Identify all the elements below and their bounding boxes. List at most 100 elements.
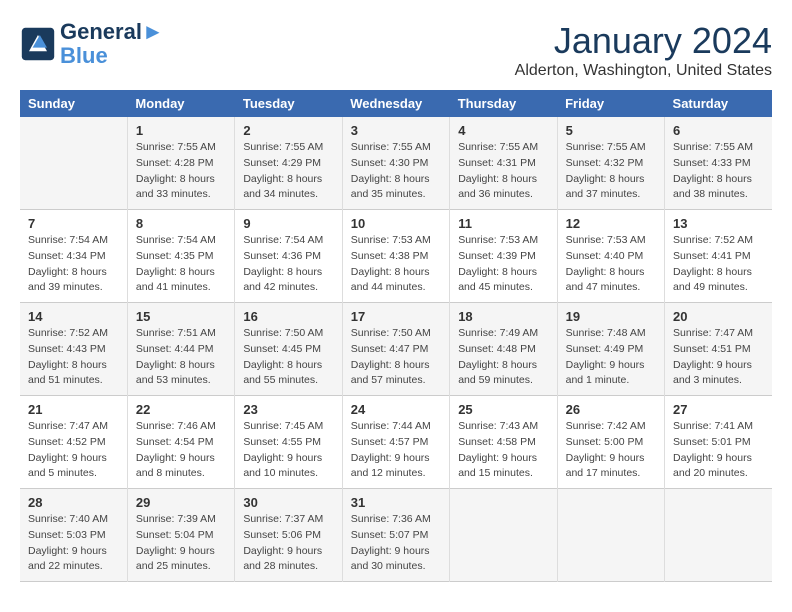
day-number: 6	[673, 123, 764, 138]
calendar-cell: 29 Sunrise: 7:39 AM Sunset: 5:04 PM Dayl…	[127, 489, 234, 582]
day-info: Sunrise: 7:47 AM Sunset: 4:52 PM Dayligh…	[28, 419, 119, 482]
calendar-cell: 18 Sunrise: 7:49 AM Sunset: 4:48 PM Dayl…	[450, 303, 557, 396]
day-info: Sunrise: 7:55 AM Sunset: 4:31 PM Dayligh…	[458, 140, 548, 203]
day-info: Sunrise: 7:37 AM Sunset: 5:06 PM Dayligh…	[243, 512, 333, 575]
day-info: Sunrise: 7:39 AM Sunset: 5:04 PM Dayligh…	[136, 512, 226, 575]
calendar-cell: 30 Sunrise: 7:37 AM Sunset: 5:06 PM Dayl…	[235, 489, 342, 582]
day-info: Sunrise: 7:55 AM Sunset: 4:33 PM Dayligh…	[673, 140, 764, 203]
day-number: 27	[673, 402, 764, 417]
weekday-header-row: Sunday Monday Tuesday Wednesday Thursday…	[20, 90, 772, 117]
sunset: Sunset: 4:43 PM	[28, 343, 106, 355]
sunrise: Sunrise: 7:55 AM	[243, 141, 323, 153]
calendar-cell: 8 Sunrise: 7:54 AM Sunset: 4:35 PM Dayli…	[127, 210, 234, 303]
sunrise: Sunrise: 7:53 AM	[351, 234, 431, 246]
calendar-cell: 4 Sunrise: 7:55 AM Sunset: 4:31 PM Dayli…	[450, 117, 557, 210]
sunset: Sunset: 4:45 PM	[243, 343, 321, 355]
sunset: Sunset: 4:51 PM	[673, 343, 751, 355]
day-info: Sunrise: 7:54 AM Sunset: 4:35 PM Dayligh…	[136, 233, 226, 296]
sunset: Sunset: 4:35 PM	[136, 250, 214, 262]
daylight: Daylight: 8 hours and 34 minutes.	[243, 173, 322, 201]
sunset: Sunset: 4:30 PM	[351, 157, 429, 169]
sunrise: Sunrise: 7:55 AM	[458, 141, 538, 153]
day-info: Sunrise: 7:53 AM Sunset: 4:39 PM Dayligh…	[458, 233, 548, 296]
calendar-cell	[665, 489, 772, 582]
sunrise: Sunrise: 7:49 AM	[458, 327, 538, 339]
sunrise: Sunrise: 7:40 AM	[28, 513, 108, 525]
logo-icon	[20, 26, 56, 62]
day-number: 14	[28, 309, 119, 324]
sunset: Sunset: 5:07 PM	[351, 529, 429, 541]
sunrise: Sunrise: 7:36 AM	[351, 513, 431, 525]
calendar-cell	[557, 489, 664, 582]
day-info: Sunrise: 7:52 AM Sunset: 4:41 PM Dayligh…	[673, 233, 764, 296]
sunset: Sunset: 4:54 PM	[136, 436, 214, 448]
day-number: 11	[458, 216, 548, 231]
sunset: Sunset: 4:29 PM	[243, 157, 321, 169]
sunrise: Sunrise: 7:45 AM	[243, 420, 323, 432]
sunset: Sunset: 4:32 PM	[566, 157, 644, 169]
calendar-cell: 3 Sunrise: 7:55 AM Sunset: 4:30 PM Dayli…	[342, 117, 449, 210]
daylight: Daylight: 8 hours and 38 minutes.	[673, 173, 752, 201]
sunrise: Sunrise: 7:47 AM	[28, 420, 108, 432]
day-number: 10	[351, 216, 441, 231]
sunrise: Sunrise: 7:50 AM	[243, 327, 323, 339]
logo: General► Blue	[20, 20, 164, 68]
sunrise: Sunrise: 7:55 AM	[566, 141, 646, 153]
header-sunday: Sunday	[20, 90, 127, 117]
daylight: Daylight: 9 hours and 30 minutes.	[351, 545, 430, 573]
day-info: Sunrise: 7:36 AM Sunset: 5:07 PM Dayligh…	[351, 512, 441, 575]
calendar-cell: 15 Sunrise: 7:51 AM Sunset: 4:44 PM Dayl…	[127, 303, 234, 396]
sunrise: Sunrise: 7:52 AM	[673, 234, 753, 246]
logo-text: General► Blue	[60, 20, 164, 68]
sunset: Sunset: 4:36 PM	[243, 250, 321, 262]
day-number: 22	[136, 402, 226, 417]
sunrise: Sunrise: 7:48 AM	[566, 327, 646, 339]
header-saturday: Saturday	[665, 90, 772, 117]
calendar-cell: 16 Sunrise: 7:50 AM Sunset: 4:45 PM Dayl…	[235, 303, 342, 396]
sunrise: Sunrise: 7:54 AM	[243, 234, 323, 246]
daylight: Daylight: 8 hours and 39 minutes.	[28, 266, 107, 294]
calendar-week-row: 28 Sunrise: 7:40 AM Sunset: 5:03 PM Dayl…	[20, 489, 772, 582]
day-info: Sunrise: 7:55 AM Sunset: 4:30 PM Dayligh…	[351, 140, 441, 203]
sunrise: Sunrise: 7:42 AM	[566, 420, 646, 432]
sunset: Sunset: 5:03 PM	[28, 529, 106, 541]
daylight: Daylight: 8 hours and 45 minutes.	[458, 266, 537, 294]
daylight: Daylight: 8 hours and 55 minutes.	[243, 359, 322, 387]
daylight: Daylight: 9 hours and 28 minutes.	[243, 545, 322, 573]
calendar-cell: 25 Sunrise: 7:43 AM Sunset: 4:58 PM Dayl…	[450, 396, 557, 489]
daylight: Daylight: 9 hours and 8 minutes.	[136, 452, 215, 480]
calendar-cell: 6 Sunrise: 7:55 AM Sunset: 4:33 PM Dayli…	[665, 117, 772, 210]
sunrise: Sunrise: 7:54 AM	[28, 234, 108, 246]
day-info: Sunrise: 7:50 AM Sunset: 4:45 PM Dayligh…	[243, 326, 333, 389]
sunset: Sunset: 4:31 PM	[458, 157, 536, 169]
sunrise: Sunrise: 7:53 AM	[458, 234, 538, 246]
day-number: 3	[351, 123, 441, 138]
day-number: 13	[673, 216, 764, 231]
sunset: Sunset: 5:01 PM	[673, 436, 751, 448]
calendar-week-row: 1 Sunrise: 7:55 AM Sunset: 4:28 PM Dayli…	[20, 117, 772, 210]
daylight: Daylight: 8 hours and 41 minutes.	[136, 266, 215, 294]
day-info: Sunrise: 7:49 AM Sunset: 4:48 PM Dayligh…	[458, 326, 548, 389]
sunset: Sunset: 5:00 PM	[566, 436, 644, 448]
day-info: Sunrise: 7:54 AM Sunset: 4:34 PM Dayligh…	[28, 233, 119, 296]
daylight: Daylight: 8 hours and 51 minutes.	[28, 359, 107, 387]
calendar-cell: 23 Sunrise: 7:45 AM Sunset: 4:55 PM Dayl…	[235, 396, 342, 489]
calendar-cell: 1 Sunrise: 7:55 AM Sunset: 4:28 PM Dayli…	[127, 117, 234, 210]
sunrise: Sunrise: 7:44 AM	[351, 420, 431, 432]
sunrise: Sunrise: 7:41 AM	[673, 420, 753, 432]
sunset: Sunset: 5:06 PM	[243, 529, 321, 541]
day-info: Sunrise: 7:52 AM Sunset: 4:43 PM Dayligh…	[28, 326, 119, 389]
sunrise: Sunrise: 7:51 AM	[136, 327, 216, 339]
daylight: Daylight: 9 hours and 5 minutes.	[28, 452, 107, 480]
calendar-cell: 13 Sunrise: 7:52 AM Sunset: 4:41 PM Dayl…	[665, 210, 772, 303]
daylight: Daylight: 8 hours and 59 minutes.	[458, 359, 537, 387]
calendar-week-row: 14 Sunrise: 7:52 AM Sunset: 4:43 PM Dayl…	[20, 303, 772, 396]
header-tuesday: Tuesday	[235, 90, 342, 117]
calendar-cell: 22 Sunrise: 7:46 AM Sunset: 4:54 PM Dayl…	[127, 396, 234, 489]
day-number: 9	[243, 216, 333, 231]
sunrise: Sunrise: 7:43 AM	[458, 420, 538, 432]
day-number: 23	[243, 402, 333, 417]
calendar-cell: 12 Sunrise: 7:53 AM Sunset: 4:40 PM Dayl…	[557, 210, 664, 303]
sunrise: Sunrise: 7:55 AM	[136, 141, 216, 153]
day-info: Sunrise: 7:55 AM Sunset: 4:29 PM Dayligh…	[243, 140, 333, 203]
